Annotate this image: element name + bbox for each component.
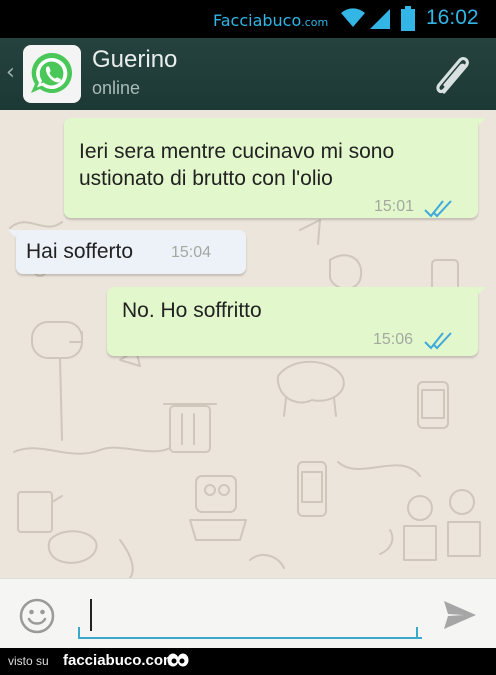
footer-brand: facciabuco.com <box>63 652 177 669</box>
message-bubble-outgoing[interactable]: No. Ho soffritto 15:06 <box>107 287 478 356</box>
status-bar: Facciabuco.com 16:02 <box>0 0 496 38</box>
watermark-footer: visto su facciabuco.com <box>0 648 496 675</box>
status-time: 16:02 <box>426 6 479 29</box>
message-input[interactable] <box>78 597 422 639</box>
composer-bar <box>0 578 496 649</box>
paperclip-icon[interactable] <box>430 54 476 98</box>
battery-icon <box>401 6 415 31</box>
status-brand: Facciabuco.com <box>213 11 329 30</box>
message-time: 15:01 <box>374 198 415 215</box>
smiley-icon[interactable] <box>18 597 56 635</box>
double-check-icon <box>424 332 452 350</box>
contact-avatar[interactable] <box>23 45 81 103</box>
chat-area[interactable]: Ieri sera mentre cucinavo mi sono ustion… <box>0 110 496 578</box>
chevron-left-icon[interactable]: ‹ <box>6 60 15 85</box>
input-underline-edge <box>416 627 418 637</box>
eyes-logo-icon <box>167 653 189 667</box>
message-text: Hai sofferto <box>26 240 133 263</box>
chat-header: ‹ Guerino online <box>0 38 496 110</box>
message-bubble-incoming[interactable]: Hai sofferto 15:04 <box>16 230 246 274</box>
message-text: Ieri sera mentre cucinavo mi sono ustion… <box>79 140 395 190</box>
message-bubble-outgoing[interactable]: Ieri sera mentre cucinavo mi sono ustion… <box>64 118 478 218</box>
text-cursor <box>90 599 92 631</box>
message-time: 15:06 <box>373 331 414 348</box>
send-icon[interactable] <box>442 599 478 631</box>
footer-visto-su: visto su <box>8 654 49 668</box>
message-text: No. Ho soffritto <box>122 299 262 322</box>
contact-name[interactable]: Guerino <box>92 46 177 74</box>
message-time: 15:04 <box>171 244 212 261</box>
whatsapp-logo-icon <box>31 52 72 93</box>
wifi-icon <box>341 8 365 27</box>
contact-status: online <box>92 78 141 98</box>
double-check-icon <box>424 200 452 218</box>
signal-icon <box>370 9 390 29</box>
input-underline-edge <box>78 627 80 637</box>
